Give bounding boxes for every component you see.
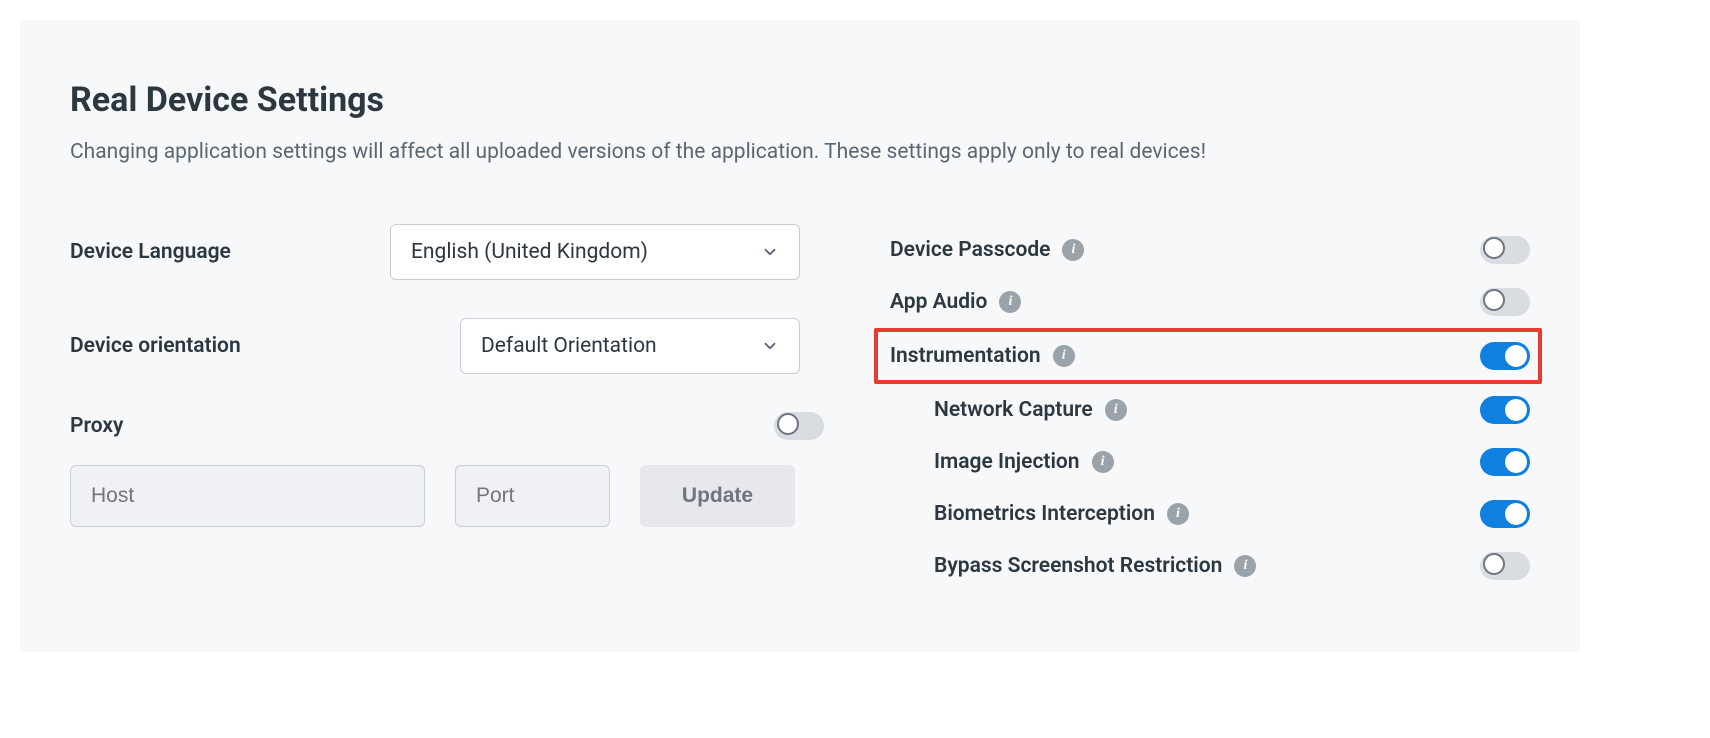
proxy-header: Proxy xyxy=(70,412,830,440)
info-icon[interactable]: i xyxy=(1234,555,1256,577)
device-language-row: Device Language English (United Kingdom) xyxy=(70,224,830,280)
toggle-label-wrap: Device Passcode i xyxy=(890,238,1084,262)
device-orientation-label: Device orientation xyxy=(70,334,390,358)
left-column: Device Language English (United Kingdom)… xyxy=(70,224,830,592)
info-icon[interactable]: i xyxy=(1167,503,1189,525)
info-icon[interactable]: i xyxy=(1062,239,1084,261)
toggle-row-instrumentation: Instrumentation i xyxy=(890,336,1530,376)
info-icon[interactable]: i xyxy=(1053,345,1075,367)
device-language-label: Device Language xyxy=(70,240,390,264)
toggle-switch[interactable] xyxy=(1480,288,1530,316)
toggle-label-wrap: Image Injection i xyxy=(934,450,1114,474)
toggle-row-network-capture: Network Capture i xyxy=(890,384,1530,436)
toggle-label-wrap: Bypass Screenshot Restriction i xyxy=(934,554,1256,578)
toggle-switch[interactable] xyxy=(1480,552,1530,580)
toggle-label: Image Injection xyxy=(934,450,1080,474)
proxy-update-button[interactable]: Update xyxy=(640,465,795,527)
proxy-port-input[interactable] xyxy=(455,465,610,527)
settings-panel: Real Device Settings Changing applicatio… xyxy=(20,20,1580,652)
page-subtitle: Changing application settings will affec… xyxy=(70,140,1530,164)
info-icon[interactable]: i xyxy=(999,291,1021,313)
device-orientation-row: Device orientation Default Orientation xyxy=(70,318,830,374)
toggle-row-image-injection: Image Injection i xyxy=(890,436,1530,488)
toggle-label: Device Passcode xyxy=(890,238,1050,262)
toggle-label: App Audio xyxy=(890,290,987,314)
toggle-row-app-audio: App Audio i xyxy=(890,276,1530,328)
toggle-switch[interactable] xyxy=(1480,342,1530,370)
page-title: Real Device Settings xyxy=(70,80,1530,120)
chevron-down-icon xyxy=(761,337,779,355)
info-icon[interactable]: i xyxy=(1105,399,1127,421)
device-language-select[interactable]: English (United Kingdom) xyxy=(390,224,800,280)
device-language-value: English (United Kingdom) xyxy=(411,240,648,264)
proxy-host-input[interactable] xyxy=(70,465,425,527)
toggle-label: Biometrics Interception xyxy=(934,502,1155,526)
proxy-label: Proxy xyxy=(70,414,774,438)
chevron-down-icon xyxy=(761,243,779,261)
highlight-annotation: Instrumentation i xyxy=(874,328,1542,384)
columns-wrap: Device Language English (United Kingdom)… xyxy=(70,224,1530,592)
proxy-toggle[interactable] xyxy=(774,412,824,440)
toggle-switch[interactable] xyxy=(1480,396,1530,424)
right-column: Device PasscodeiApp AudioiInstrumentatio… xyxy=(890,224,1530,592)
toggle-label: Bypass Screenshot Restriction xyxy=(934,554,1222,578)
toggle-row-device-passcode: Device Passcode i xyxy=(890,224,1530,276)
info-icon[interactable]: i xyxy=(1092,451,1114,473)
toggle-label-wrap: App Audio i xyxy=(890,290,1021,314)
toggle-label-wrap: Biometrics Interception i xyxy=(934,502,1189,526)
toggle-label-wrap: Instrumentation i xyxy=(890,344,1075,368)
toggle-label-wrap: Network Capture i xyxy=(934,398,1127,422)
toggle-row-biometrics-interception: Biometrics Interception i xyxy=(890,488,1530,540)
toggle-row-bypass-screenshot-restriction: Bypass Screenshot Restriction i xyxy=(890,540,1530,592)
proxy-section: Proxy Update xyxy=(70,412,830,527)
toggle-switch[interactable] xyxy=(1480,500,1530,528)
proxy-inputs: Update xyxy=(70,465,830,527)
toggle-switch[interactable] xyxy=(1480,448,1530,476)
toggle-label: Instrumentation xyxy=(890,344,1041,368)
toggle-label: Network Capture xyxy=(934,398,1093,422)
device-orientation-select[interactable]: Default Orientation xyxy=(460,318,800,374)
toggle-switch[interactable] xyxy=(1480,236,1530,264)
device-orientation-value: Default Orientation xyxy=(481,334,657,358)
